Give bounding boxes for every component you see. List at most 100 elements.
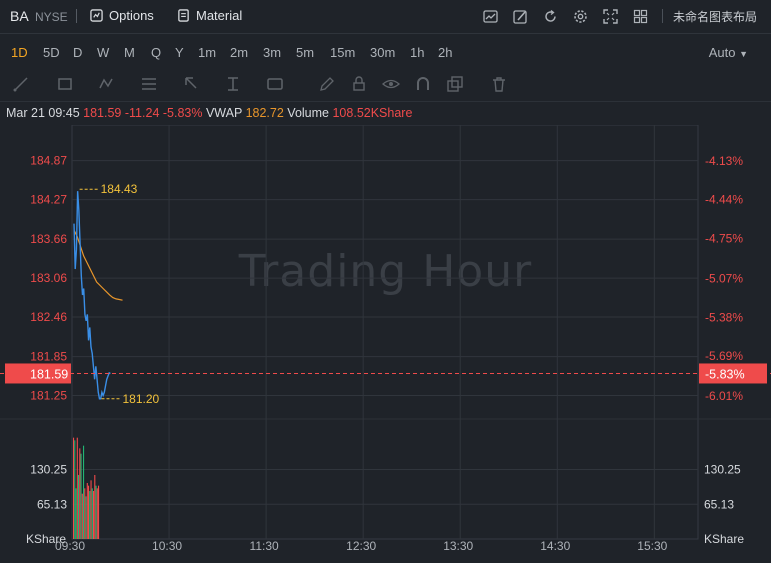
- period-q[interactable]: Q: [151, 45, 161, 60]
- material-button[interactable]: Material: [177, 8, 242, 23]
- volume-bar: [93, 491, 95, 539]
- cursor-tool-icon[interactable]: [182, 75, 200, 93]
- chevron-down-icon: ▼: [739, 49, 748, 59]
- y-left-tick-label: 181.85: [30, 350, 67, 364]
- y-right-tick-label: -5.07%: [705, 272, 743, 286]
- y-right-tick-label: -4.75%: [705, 231, 743, 245]
- quote-datetime: Mar 21 09:45: [6, 106, 80, 120]
- volume-unit-right: KShare: [704, 532, 744, 546]
- y-left-tick-label: 184.87: [30, 154, 67, 168]
- wave-tool-icon[interactable]: [98, 75, 116, 93]
- y-right-tick-label: -4.44%: [705, 193, 743, 207]
- toolbar-icons: 未命名图表布局: [476, 6, 757, 26]
- trash-tool-icon[interactable]: [490, 75, 508, 93]
- volume-bar: [94, 475, 96, 539]
- period-5m[interactable]: 5m: [296, 45, 314, 60]
- volume-value: 108.52KShare: [332, 106, 413, 120]
- volume-tick-label-right: 65.13: [704, 497, 734, 511]
- y-right-tick-label: -5.38%: [705, 310, 743, 324]
- volume-unit-left: KShare: [26, 532, 66, 546]
- symbol-label[interactable]: BA: [10, 8, 29, 24]
- period-2h[interactable]: 2h: [438, 45, 452, 60]
- volume-bar: [73, 437, 75, 539]
- measure-tool-icon[interactable]: [224, 75, 242, 93]
- refresh-icon[interactable]: [536, 6, 566, 26]
- x-tick-label: 13:30: [443, 539, 473, 553]
- lock-tool-icon[interactable]: [350, 75, 368, 93]
- volume-bar: [83, 445, 85, 539]
- scale-mode-label: Auto: [708, 45, 736, 60]
- x-tick-label: 14:30: [540, 539, 570, 553]
- volume-bar: [84, 488, 86, 539]
- options-icon: [90, 9, 103, 22]
- volume-tick-label-left: 65.13: [37, 497, 67, 511]
- period-y[interactable]: Y: [175, 45, 184, 60]
- period-30m[interactable]: 30m: [370, 45, 395, 60]
- grid-icon[interactable]: [626, 6, 656, 26]
- drawing-toolbar: [0, 67, 771, 102]
- volume-label: Volume: [287, 106, 329, 120]
- quote-change-pct: -5.83%: [162, 106, 203, 120]
- layout-selector[interactable]: 未命名图表布局: [673, 8, 757, 25]
- magnet-tool-icon[interactable]: [414, 75, 432, 93]
- y-left-tick-label: 184.27: [30, 193, 67, 207]
- period-m[interactable]: M: [124, 45, 135, 60]
- high-marker-label: 184.43: [101, 182, 138, 196]
- vwap-value: 182.72: [245, 106, 284, 120]
- gear-icon[interactable]: [566, 6, 596, 26]
- y-right-tick-label: -4.13%: [705, 154, 743, 168]
- eye-tool-icon[interactable]: [382, 75, 400, 93]
- period-3m[interactable]: 3m: [263, 45, 281, 60]
- volume-bar: [90, 480, 92, 539]
- volume-bar: [96, 488, 98, 539]
- material-icon: [178, 9, 189, 22]
- period-w[interactable]: W: [97, 45, 109, 60]
- volume-tick-label-right: 130.25: [704, 463, 741, 477]
- exchange-label: NYSE: [35, 10, 68, 24]
- trendline-tool-icon[interactable]: [12, 75, 30, 93]
- x-tick-label: 10:30: [152, 539, 182, 553]
- quote-price: 181.59: [83, 106, 122, 120]
- divider: [76, 9, 77, 23]
- y-right-tick-label: -3.81%: [705, 125, 743, 128]
- volume-bar: [74, 440, 76, 539]
- volume-bar: [78, 475, 80, 539]
- fullscreen-icon[interactable]: [596, 6, 626, 26]
- fib-tool-icon[interactable]: [140, 75, 158, 93]
- copy-tool-icon[interactable]: [446, 75, 464, 93]
- divider: [661, 9, 663, 23]
- volume-bar: [95, 485, 97, 539]
- annotation-tool-icon[interactable]: [266, 75, 284, 93]
- volume-bar: [79, 448, 81, 539]
- low-marker-label: 181.20: [122, 392, 159, 406]
- period-15m[interactable]: 15m: [330, 45, 355, 60]
- period-1h[interactable]: 1h: [410, 45, 424, 60]
- rectangle-tool-icon[interactable]: [56, 75, 74, 93]
- y-left-tick-label: 182.46: [30, 310, 67, 324]
- y-left-tick-label: 183.66: [30, 232, 67, 246]
- period-2m[interactable]: 2m: [230, 45, 248, 60]
- quote-change: -11.24: [124, 106, 160, 120]
- period-1m[interactable]: 1m: [198, 45, 216, 60]
- scale-mode-selector[interactable]: Auto ▼: [709, 45, 748, 60]
- top-toolbar: BA NYSE Options Material 未命名图表布局: [0, 0, 771, 34]
- material-label: Material: [196, 8, 243, 23]
- period-1d[interactable]: 1D: [11, 45, 28, 60]
- price-line: [73, 191, 111, 400]
- period-5d[interactable]: 5D: [43, 45, 60, 60]
- y-right-tick-label: -5.69%: [705, 349, 743, 363]
- chart-icon[interactable]: [476, 6, 506, 26]
- volume-bar: [89, 491, 91, 539]
- options-label: Options: [109, 8, 154, 23]
- volume-bar: [85, 496, 87, 539]
- period-d[interactable]: D: [73, 45, 82, 60]
- volume-bar: [80, 453, 82, 539]
- draw-icon[interactable]: [506, 6, 536, 26]
- volume-bar: [88, 485, 90, 539]
- y-left-tick-label: 183.06: [30, 271, 67, 285]
- price-chart[interactable]: 09:30 10:30 11:30 12:30 13:30 14:30 15:30184.8…: [0, 125, 771, 563]
- x-tick-label: 12:30: [346, 539, 376, 553]
- options-button[interactable]: Options: [90, 8, 154, 23]
- y-right-tick-label: -6.01%: [705, 389, 743, 403]
- pencil-tool-icon[interactable]: [318, 75, 336, 93]
